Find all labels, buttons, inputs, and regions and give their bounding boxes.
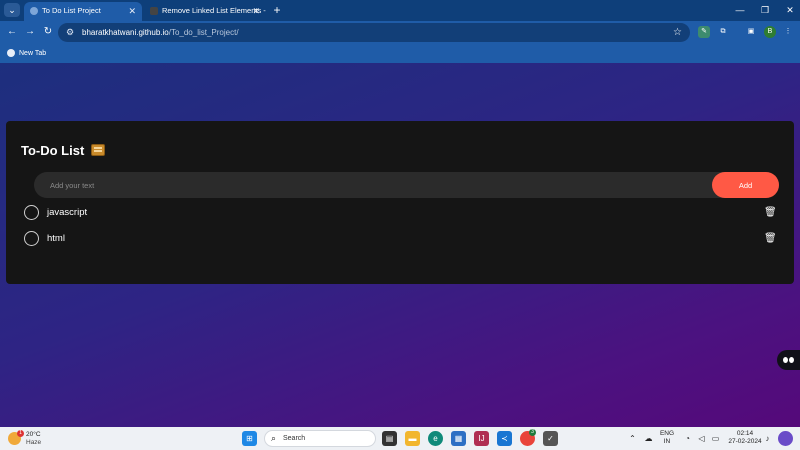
globe-icon (30, 7, 38, 15)
profile-avatar[interactable]: B (764, 26, 776, 38)
task-label: javascript (47, 207, 88, 218)
leetcode-icon (150, 7, 158, 15)
bell-icon[interactable]: ♪ (760, 431, 775, 446)
checkbox-circle-icon[interactable] (24, 231, 39, 246)
vscode-icon[interactable]: ≺ (497, 431, 512, 446)
volume-icon[interactable]: ◁ (694, 431, 709, 446)
search-label: Search (283, 435, 306, 442)
search-icon: ⌕ (271, 433, 277, 443)
task-item[interactable]: html 🗑 (24, 231, 777, 247)
tab-linked-list[interactable]: Remove Linked List Elements - ✕ (144, 2, 266, 21)
weather-widget[interactable]: 1 20°C Haze (8, 430, 58, 448)
todo-card: To-Do List Add javascript 🗑 html 🗑 (6, 121, 794, 284)
trash-icon[interactable]: 🗑 (764, 206, 777, 219)
bookmark-label: New Tab (19, 50, 47, 57)
url-path: /To_do_list_Project/ (168, 28, 239, 37)
windows-start-icon[interactable]: ⊞ (242, 431, 257, 446)
file-explorer-icon[interactable]: ▬ (405, 431, 420, 446)
forward-icon[interactable]: → (22, 24, 38, 40)
page-title: To-Do List (21, 143, 85, 158)
task-view-icon[interactable]: ▤ (382, 431, 397, 446)
weather-condition: Haze (26, 439, 42, 446)
app-icon[interactable]: ✓ (543, 431, 558, 446)
wifi-icon[interactable]: ◔ (680, 431, 695, 446)
onedrive-icon[interactable]: ☁ (641, 431, 656, 446)
tab-title: Remove Linked List Elements - (162, 6, 266, 15)
tab-search-button[interactable]: ⌄ (4, 3, 20, 17)
page-viewport: To-Do List Add javascript 🗑 html 🗑 (0, 63, 800, 427)
clock[interactable]: 02:14 27-02-2024 (728, 430, 762, 446)
language-indicator[interactable]: ENG IN (658, 430, 676, 446)
time: 02:14 (736, 430, 754, 437)
task-label: html (47, 233, 65, 244)
reload-icon[interactable]: ↻ (40, 24, 56, 40)
site-info-icon[interactable]: ⚙ (66, 25, 74, 40)
side-panel-icon[interactable]: ▣ (745, 26, 757, 38)
copilot-icon[interactable] (778, 431, 793, 446)
notebook-icon (91, 144, 105, 156)
weather-temp: 20°C (26, 431, 41, 438)
address-bar[interactable]: ⚙ bharatkhatwani.github.io/To_do_list_Pr… (58, 23, 690, 42)
tab-strip: ⌄ To Do List Project ✕ Remove Linked Lis… (0, 0, 800, 21)
task-input[interactable] (50, 172, 690, 198)
taskbar: 1 20°C Haze ⊞ ⌕ Search ▤ ▬ e ▦ IJ ≺ 3 ✓ … (0, 427, 800, 450)
chrome-badge: 3 (529, 429, 536, 436)
floating-eyes-button[interactable] (777, 350, 800, 370)
trash-icon[interactable]: 🗑 (764, 232, 777, 245)
task-item[interactable]: javascript 🗑 (24, 205, 777, 221)
edge-icon[interactable]: e (428, 431, 443, 446)
close-icon[interactable]: ✕ (252, 2, 260, 20)
checkbox-circle-icon[interactable] (24, 205, 39, 220)
window-close-button[interactable]: ✕ (775, 0, 800, 21)
intellij-icon[interactable]: IJ (474, 431, 489, 446)
browser-toolbar: ← → ↻ ⚙ bharatkhatwani.github.io/To_do_l… (0, 21, 800, 44)
back-icon[interactable]: ← (4, 24, 20, 40)
chevron-up-icon[interactable]: ⌃ (625, 431, 640, 446)
bookmark-new-tab[interactable]: New Tab (7, 46, 46, 61)
chrome-icon (7, 49, 15, 57)
task-input-row: Add (34, 172, 779, 198)
close-icon[interactable]: ✕ (128, 2, 136, 20)
url-text: bharatkhatwani.github.io/To_do_list_Proj… (82, 23, 239, 42)
tab-title: To Do List Project (42, 6, 101, 15)
tab-todo-list[interactable]: To Do List Project ✕ (24, 2, 142, 21)
notification-badge: 1 (17, 430, 24, 437)
new-tab-button[interactable]: + (271, 2, 283, 18)
url-host: bharatkhatwani.github.io (82, 28, 169, 37)
add-button[interactable]: Add (712, 172, 779, 198)
language-region: IN (663, 438, 671, 445)
extensions-puzzle-icon[interactable]: ⧉ (717, 26, 729, 38)
store-icon[interactable]: ▦ (451, 431, 466, 446)
menu-kebab-icon[interactable]: ⋮ (782, 26, 794, 38)
taskbar-search[interactable]: ⌕ Search (264, 430, 376, 447)
date: 27-02-2024 (728, 438, 762, 445)
bookmark-star-icon[interactable]: ☆ (673, 23, 682, 42)
language-code: ENG (659, 430, 675, 437)
bookmarks-bar: New Tab (0, 44, 800, 63)
extension-icon[interactable]: ✎ (698, 26, 710, 38)
battery-icon[interactable]: ▭ (708, 431, 723, 446)
